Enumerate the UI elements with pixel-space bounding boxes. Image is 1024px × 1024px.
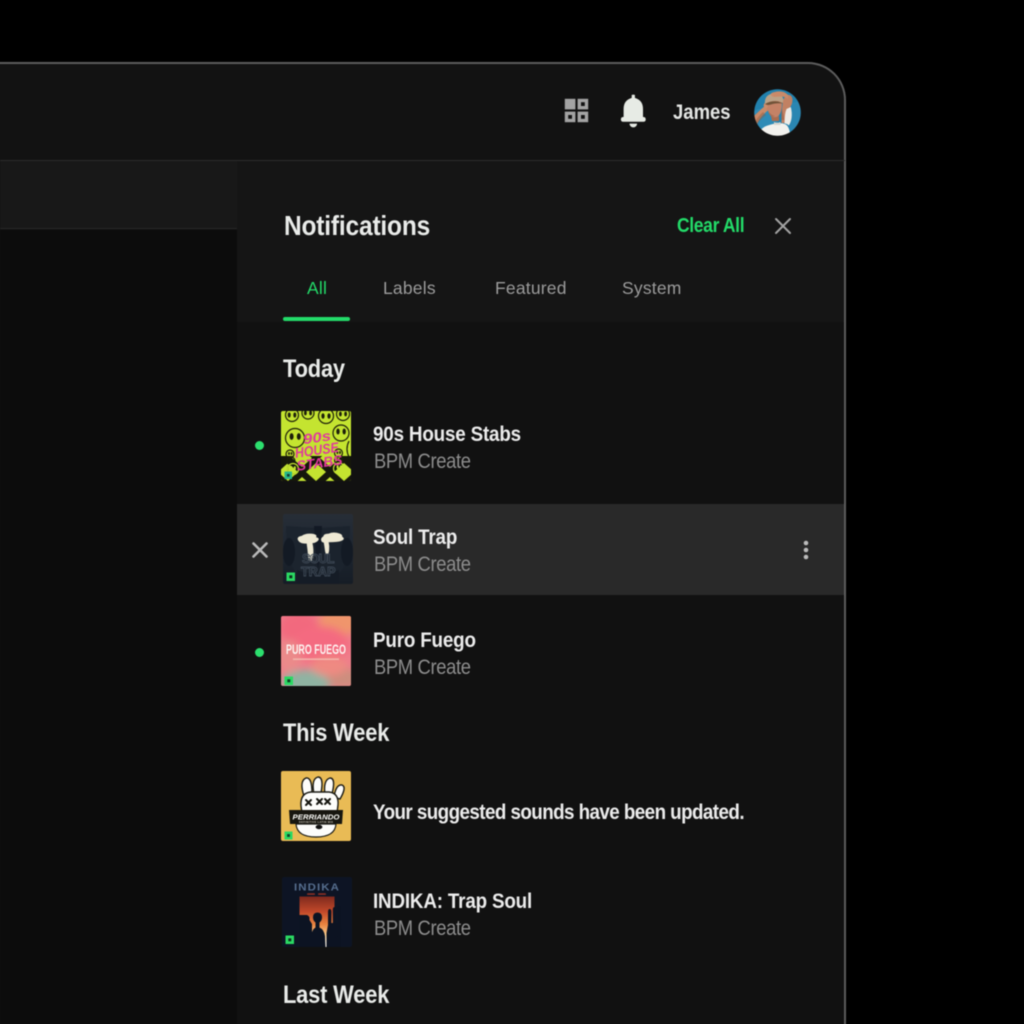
svg-text:TRAP: TRAP bbox=[301, 565, 337, 579]
svg-text:SOUL: SOUL bbox=[302, 552, 336, 566]
svg-text:INDIKA: INDIKA bbox=[294, 882, 340, 894]
svg-text:PURO FUEGO: PURO FUEGO bbox=[286, 642, 346, 657]
